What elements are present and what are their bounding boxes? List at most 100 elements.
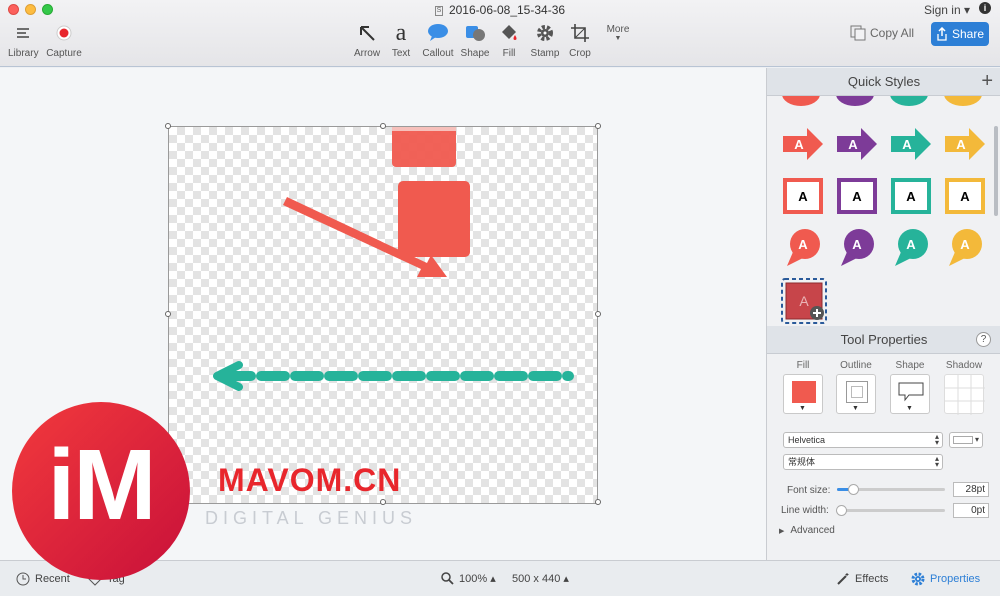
quick-style-arrow-1[interactable]: A xyxy=(835,126,879,162)
text-tool-label: Text xyxy=(391,48,411,59)
shadow-label: Shadow xyxy=(945,360,983,371)
crop-tool-button[interactable]: Crop xyxy=(566,18,594,59)
quick-style-callout-top-0[interactable] xyxy=(781,96,821,110)
quick-style-bubble-1[interactable]: A xyxy=(837,228,877,268)
library-button[interactable]: Library xyxy=(8,18,39,59)
stamp-tool-button[interactable]: Stamp xyxy=(528,18,562,59)
font-style-select[interactable]: 常规体 ▴ ▾ xyxy=(783,454,943,470)
document-title: S 2016-06-08_15-34-36 xyxy=(0,3,1000,17)
quick-style-bubble-2[interactable]: A xyxy=(891,228,931,268)
sign-in-button[interactable]: Sign in ▾ xyxy=(924,3,970,17)
quick-styles-title: Quick Styles xyxy=(847,74,921,89)
advanced-toggle[interactable]: ▶ Advanced xyxy=(779,525,835,536)
font-color-well[interactable]: ▾ xyxy=(949,432,983,448)
file-icon: S xyxy=(434,5,443,16)
effects-label: Effects xyxy=(855,573,889,585)
chevron-down-icon: ▼ xyxy=(799,405,806,412)
quick-style-rectangle-0[interactable]: A xyxy=(783,178,823,214)
image-canvas[interactable] xyxy=(168,126,598,504)
shadow-well[interactable] xyxy=(944,374,985,415)
dimensions-control[interactable]: 500 x 440 ▴ xyxy=(512,572,569,585)
resize-handle-top-right[interactable] xyxy=(595,123,601,129)
quick-styles-header: Quick Styles + xyxy=(767,68,1000,96)
svg-text:A: A xyxy=(906,189,916,204)
quick-style-arrow-0[interactable]: A xyxy=(781,126,825,162)
fill-tool-button[interactable]: Fill xyxy=(495,18,523,59)
outline-well[interactable]: ▼ xyxy=(836,374,876,414)
capture-button[interactable]: Capture xyxy=(45,18,83,59)
canvas-drawing xyxy=(213,127,574,391)
quick-styles-scrollbar[interactable] xyxy=(994,126,998,216)
capture-icon xyxy=(45,18,83,48)
callout-tool-label: Callout xyxy=(422,48,454,59)
resize-handle-top-left[interactable] xyxy=(165,123,171,129)
line-width-slider-knob[interactable] xyxy=(836,505,847,516)
font-family-select[interactable]: Helvetica ▴ ▾ xyxy=(783,432,943,448)
fill-bucket-icon xyxy=(495,18,523,48)
gear-icon xyxy=(911,572,925,586)
more-button[interactable]: More ▼ xyxy=(602,24,634,42)
red-rectangle-top-highlight xyxy=(392,127,456,131)
quick-style-callout-top-3[interactable] xyxy=(943,96,983,110)
svg-text:A: A xyxy=(798,237,808,252)
quick-style-arrow-3[interactable]: A xyxy=(943,126,987,162)
quick-style-rectangle-1[interactable]: A xyxy=(837,178,877,214)
shape-well[interactable]: ▼ xyxy=(890,374,930,414)
callout-tool-button[interactable]: Callout xyxy=(420,18,456,59)
callout-shape-icon xyxy=(898,382,924,402)
help-icon[interactable]: ? xyxy=(976,332,991,347)
copy-all-label: Copy All xyxy=(870,26,915,40)
recent-button[interactable]: Recent xyxy=(16,572,70,586)
arrow-tool-icon xyxy=(352,18,382,48)
title-bar: S 2016-06-08_15-34-36 Library Capture Arr… xyxy=(0,0,1000,67)
info-icon[interactable]: i xyxy=(979,2,991,14)
quick-style-bubble-0[interactable]: A xyxy=(783,228,823,268)
crop-tool-label: Crop xyxy=(569,48,591,59)
line-width-slider-track[interactable] xyxy=(841,509,945,512)
svg-text:A: A xyxy=(960,237,970,252)
quick-style-rectangle-3[interactable]: A xyxy=(945,178,985,214)
line-width-label: Line width: xyxy=(781,505,829,516)
effects-button[interactable]: Effects xyxy=(836,572,888,586)
line-width-field[interactable]: 0pt xyxy=(953,503,989,518)
resize-handle-top[interactable] xyxy=(380,123,386,129)
font-size-field[interactable]: 28pt xyxy=(953,482,989,497)
quick-style-custom-selected[interactable]: A xyxy=(781,278,827,324)
font-family-value: Helvetica xyxy=(788,435,826,445)
quick-style-callout-top-1[interactable] xyxy=(835,96,875,110)
resize-handle-bottom-right[interactable] xyxy=(595,499,601,505)
zoom-control[interactable]: 100% ▴ xyxy=(441,572,496,585)
red-rectangle-bottom[interactable] xyxy=(398,181,470,257)
watermark-brand: MAVOM.CN xyxy=(218,462,402,498)
text-tool-button[interactable]: a Text xyxy=(388,18,414,60)
resize-handle-right[interactable] xyxy=(595,311,601,317)
stamp-gear-icon xyxy=(528,18,562,48)
dimensions-value: 500 x 440 ▴ xyxy=(512,573,569,585)
status-bar: Recent Tag 100% ▴ 500 x 440 ▴ Effects Pr… xyxy=(0,560,1000,596)
quick-style-callout-top-2[interactable] xyxy=(889,96,929,110)
crop-icon xyxy=(566,18,594,48)
shadow-grid-icon xyxy=(945,375,985,415)
font-size-slider-knob[interactable] xyxy=(848,484,860,495)
copy-all-button[interactable]: Copy All xyxy=(850,25,914,41)
add-style-icon[interactable]: + xyxy=(981,68,993,94)
zoom-value: 100% ▴ xyxy=(459,573,496,585)
quick-style-arrow-2[interactable]: A xyxy=(889,126,933,162)
arrow-tool-button[interactable]: Arrow xyxy=(352,18,382,59)
fill-color-well[interactable]: ▼ xyxy=(783,374,823,414)
share-label: Share xyxy=(951,27,985,41)
share-button[interactable]: Share xyxy=(931,22,989,46)
properties-button[interactable]: Properties xyxy=(911,572,980,586)
resize-handle-bottom[interactable] xyxy=(380,499,386,505)
quick-style-bubble-3[interactable]: A xyxy=(945,228,985,268)
resize-handle-left[interactable] xyxy=(165,311,171,317)
svg-text:A: A xyxy=(852,237,862,252)
shape-tool-button[interactable]: Shape xyxy=(459,18,491,59)
red-rectangle-top[interactable] xyxy=(392,127,456,167)
font-size-label: Font size: xyxy=(787,485,831,496)
fill-swatch xyxy=(792,381,816,403)
quick-style-rectangle-2[interactable]: A xyxy=(891,178,931,214)
fill-tool-label: Fill xyxy=(502,48,516,59)
magnifier-icon xyxy=(441,572,454,585)
library-label: Library xyxy=(8,48,39,59)
